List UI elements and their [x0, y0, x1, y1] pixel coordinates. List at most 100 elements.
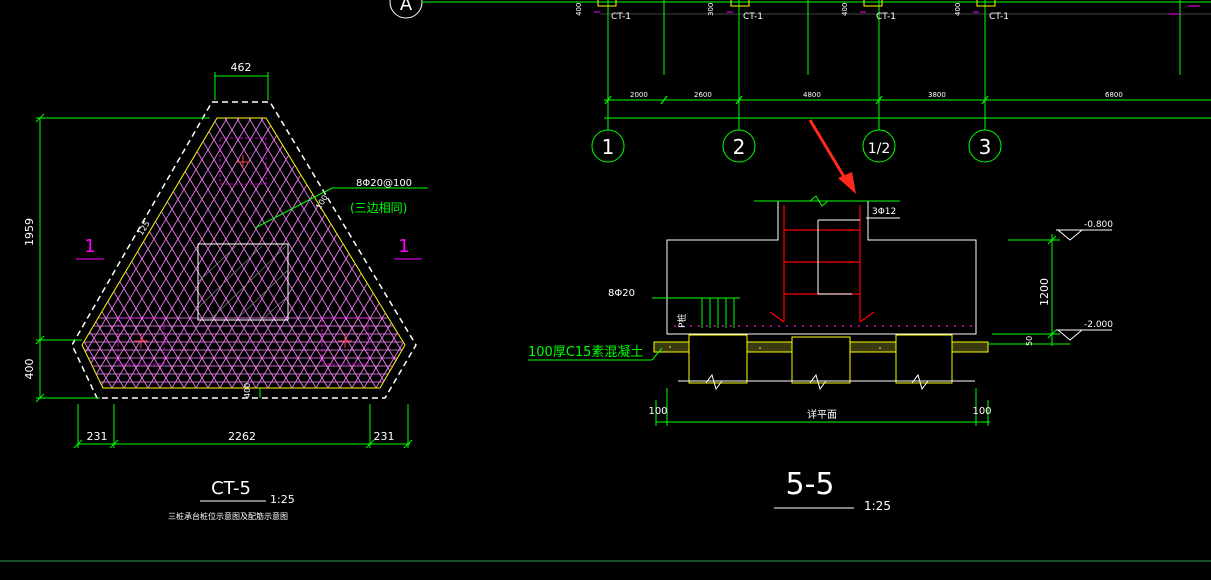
rebar-line [436, 110, 696, 540]
rebar-line [82, 118, 233, 388]
rebar-line [231, 118, 405, 388]
section-mark-left: 1 [84, 236, 95, 257]
column-tag: CT-1 [876, 12, 896, 22]
axis-label: 1 [602, 135, 615, 159]
rebar-line [448, 110, 708, 540]
span-dim: 3800 [928, 91, 946, 99]
rebar-line [351, 118, 405, 388]
rebar-line [82, 118, 277, 388]
plan-subtitle: 三桩承台桩位示意图及配筋示意图 [168, 511, 288, 521]
span-dim: 4800 [803, 91, 821, 99]
pile-cap-plan: 462 1959 400 1 1 8Φ20@100 (三边相同) 100 125 [0, 61, 804, 540]
rebar-line [520, 110, 780, 540]
left-height-dims [35, 113, 210, 403]
rebar-line [82, 118, 317, 388]
rebar-line [279, 118, 405, 388]
rebar-line [0, 110, 16, 540]
left-bar-note: 8Φ20 [608, 288, 635, 299]
small-dim: 300 [707, 3, 715, 16]
rebar-line [207, 118, 405, 388]
small-dim: 400 [841, 3, 849, 16]
rebar-line [123, 118, 385, 388]
rebar-line [199, 118, 405, 388]
height-dim-label: 1200 [1038, 278, 1051, 306]
rebar-line [315, 118, 405, 388]
rebar-line [0, 110, 52, 540]
rebar-line [0, 110, 4, 540]
rebar-line [111, 118, 373, 388]
rebar-line [82, 118, 281, 388]
rebar-line [87, 118, 349, 388]
section-piles [688, 334, 953, 384]
rebar-line [82, 118, 325, 388]
plan-scale: 1:25 [270, 493, 295, 506]
axis-bubbles [591, 129, 1002, 163]
rebar-line [82, 118, 101, 388]
rebar-line [82, 118, 89, 388]
rebar-line [544, 110, 804, 540]
concrete-note: 100厚C15素混凝土 [528, 344, 643, 360]
span-dim: 2000 [630, 91, 648, 99]
column-tag: CT-1 [611, 12, 631, 22]
rebar-line [82, 118, 137, 388]
cad-drawing: A CT-1 CT-1 CT-1 CT-1 400 300 400 400 20… [0, 0, 1211, 562]
rebar-line [82, 118, 337, 388]
small-dim-label: 50 [1025, 336, 1034, 346]
rebar-line [283, 118, 405, 388]
elev-top: -0.800 [1084, 220, 1113, 230]
rebar-line [303, 118, 405, 388]
span-dim: 6800 [1105, 91, 1123, 99]
rebar-line [267, 118, 405, 388]
rebar-line [399, 118, 405, 388]
rebar-line [339, 118, 405, 388]
axis-bubble-labels: 1 2 1/2 3 [602, 135, 992, 159]
small-dim: 400 [575, 3, 583, 16]
small-dim: 400 [954, 3, 962, 16]
grid-magenta-ticks [594, 5, 1200, 15]
rebar-line [496, 110, 756, 540]
rebar-line [82, 118, 329, 388]
column-tag-boxes [597, 0, 996, 7]
rebar-line [82, 118, 313, 388]
axis-label: 3 [979, 135, 992, 159]
bottom-dim-left: 231 [87, 430, 108, 443]
section-5-5: 8Φ20 P桩 3Φ12 100厚C15素混凝土 -0.800 -2.000 1… [528, 119, 1113, 513]
bottom-height-dim-label: 400 [23, 359, 36, 380]
rebar-line [82, 118, 301, 388]
rebar-line [82, 118, 265, 388]
section-dim-left: 100 [648, 406, 667, 417]
bottom-dim-right: 231 [374, 430, 395, 443]
rebar-line [327, 118, 405, 388]
rebar-line [82, 118, 185, 388]
height-dim [988, 234, 1070, 346]
rebar-line [99, 118, 361, 388]
rebar-line [82, 118, 181, 388]
plan-title: CT-5 [211, 478, 251, 499]
rebar-line [211, 118, 405, 388]
rebar-line [472, 110, 732, 540]
rebar-line [147, 118, 405, 388]
section-dim-center: 详平面 [807, 408, 837, 421]
rebar-line [219, 118, 405, 388]
rebar-note-sub: (三边相同) [350, 201, 407, 215]
rebar-line [243, 118, 405, 388]
section-rebars [674, 205, 972, 327]
cap-outline-dashed [71, 101, 417, 399]
rebar-line [127, 118, 389, 388]
rebar-line [175, 118, 405, 388]
rebar-line [247, 118, 405, 388]
rebar-line [235, 118, 405, 388]
rebar-line [82, 118, 269, 388]
span-dim: 2600 [694, 91, 712, 99]
rebar-line [387, 118, 405, 388]
rebar-line [424, 110, 684, 540]
axis-label: 2 [733, 135, 746, 159]
section-column [666, 200, 977, 335]
rebar-line [82, 118, 241, 388]
rebar-line [375, 118, 405, 388]
rebar-line [82, 118, 289, 388]
rebar-line [363, 118, 405, 388]
rebar-line [0, 110, 76, 540]
rebar-line [291, 118, 405, 388]
rebar-line [0, 110, 40, 540]
